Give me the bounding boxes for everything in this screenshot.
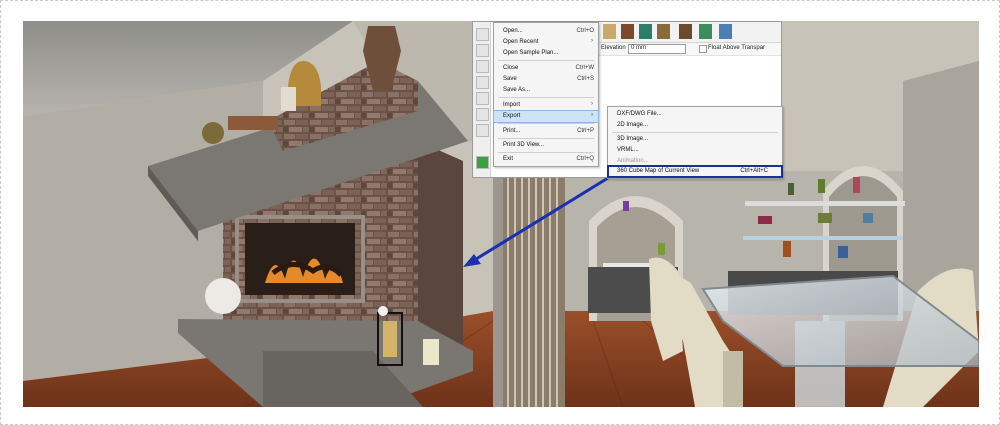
menu-item-open-recent[interactable]: Open Recent › (494, 37, 598, 48)
submenu-item-label: 3D Image... (617, 136, 649, 142)
menu-item-close[interactable]: Close Ctrl+W (494, 63, 598, 74)
submenu-arrow-icon: › (591, 38, 593, 44)
menu-item-label: Open Recent (503, 39, 539, 45)
tool-button-icon[interactable] (476, 124, 489, 137)
export-item-vrml[interactable]: VRML... (608, 145, 782, 156)
app-window: Elevation 0 mm Float Above Transpar Open… (472, 21, 783, 179)
window-icon[interactable] (639, 24, 652, 39)
menu-item-shortcut: Ctrl+Q (576, 156, 594, 162)
menu-item-label: Open... (503, 28, 523, 34)
menu-item-shortcut: Ctrl+O (576, 28, 594, 34)
elevation-row: Elevation 0 mm Float Above Transpar (599, 43, 781, 56)
elevation-input[interactable]: 0 mm (628, 44, 686, 54)
menu-item-print[interactable]: Print... Ctrl+P (494, 126, 598, 137)
railing-icon[interactable] (679, 24, 692, 39)
plant-icon[interactable] (699, 24, 712, 39)
menu-item-label: Close (503, 65, 519, 71)
menu-separator (498, 123, 594, 124)
arch-icon[interactable] (719, 24, 732, 39)
elevation-value: 0 mm (631, 45, 646, 51)
file-menu: Open... Ctrl+O Open Recent › Open Sample… (493, 22, 599, 167)
stairs-icon[interactable] (657, 24, 670, 39)
menu-item-label: Save (503, 76, 517, 82)
menu-item-label: Print 3D View... (503, 142, 544, 148)
menu-item-open[interactable]: Open... Ctrl+O (494, 26, 598, 37)
submenu-item-label: VRML... (617, 147, 639, 153)
submenu-separator (612, 132, 778, 133)
menu-item-import[interactable]: Import › (494, 100, 598, 111)
export-item-360-cube-map[interactable]: 360 Cube Map of Current View Ctrl+Alt+C (607, 165, 783, 178)
menu-item-label: Open Sample Plan... (503, 50, 559, 56)
menu-separator (498, 152, 594, 153)
menu-item-label: Export (503, 113, 521, 119)
menu-item-print-3d-view[interactable]: Print 3D View... (494, 140, 598, 151)
tool-button-icon[interactable] (476, 92, 489, 105)
menu-item-shortcut: Ctrl+S (577, 76, 594, 82)
menu-item-label: Exit (503, 156, 514, 162)
submenu-arrow-icon: › (591, 101, 593, 107)
submenu-item-label: 2D Image... (617, 122, 649, 128)
export-item-2d-image[interactable]: 2D Image... (608, 120, 782, 131)
menu-item-shortcut: Ctrl+P (577, 128, 594, 134)
tool-button-icon[interactable] (476, 108, 489, 121)
menu-item-save[interactable]: Save Ctrl+S (494, 74, 598, 85)
door-icon[interactable] (603, 24, 616, 39)
export-item-3d-image[interactable]: 3D Image... (608, 134, 782, 145)
tool-button-icon[interactable] (476, 44, 489, 57)
green-arrow-icon[interactable] (476, 156, 489, 169)
3d-scene-view: Elevation 0 mm Float Above Transpar Open… (23, 21, 979, 407)
elevation-label: Elevation (601, 45, 626, 51)
menu-item-exit[interactable]: Exit Ctrl+Q (494, 154, 598, 165)
export-item-dxf-dwg[interactable]: DXF/DWG File... (608, 109, 782, 120)
submenu-item-label: Animation... (617, 158, 649, 164)
submenu-item-label: 360 Cube Map of Current View (617, 168, 700, 174)
object-toolbar (599, 22, 781, 43)
submenu-arrow-icon: › (591, 112, 593, 118)
submenu-item-label: DXF/DWG File... (617, 111, 662, 117)
menu-item-label: Print... (503, 128, 521, 134)
image-frame: Elevation 0 mm Float Above Transpar Open… (0, 0, 1000, 425)
menu-separator (498, 138, 594, 139)
menu-item-export[interactable]: Export › (493, 110, 599, 123)
menu-item-shortcut: Ctrl+W (575, 65, 595, 71)
menu-separator (498, 97, 594, 98)
tool-button-icon[interactable] (476, 60, 489, 73)
tool-button-icon[interactable] (476, 76, 489, 89)
export-submenu: DXF/DWG File... 2D Image... 3D Image... … (607, 106, 783, 179)
submenu-item-shortcut: Ctrl+Alt+C (740, 168, 768, 174)
float-label: Float Above Transpar (708, 45, 766, 51)
float-checkbox[interactable] (699, 45, 707, 53)
menu-item-open-sample-plan[interactable]: Open Sample Plan... (494, 48, 598, 59)
tool-button-icon[interactable] (476, 28, 489, 41)
left-toolbar (473, 22, 491, 177)
menu-item-save-as[interactable]: Save As... (494, 85, 598, 96)
menu-item-label: Import (503, 102, 521, 108)
wood-door-icon[interactable] (621, 24, 634, 39)
menu-separator (498, 60, 594, 61)
menu-item-label: Save As... (503, 87, 531, 93)
